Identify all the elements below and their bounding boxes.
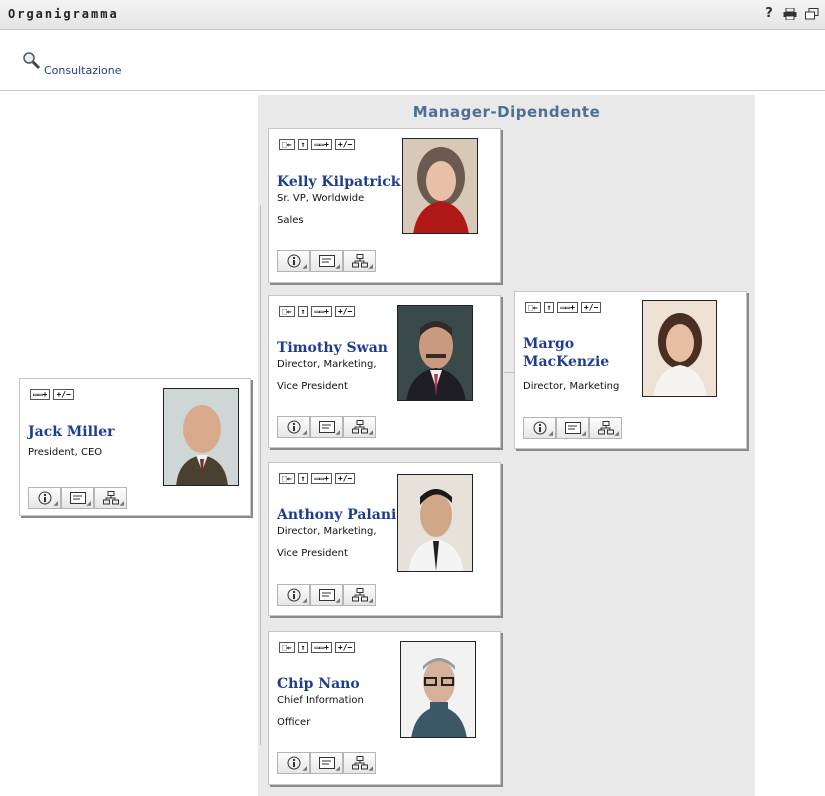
info-icon xyxy=(533,421,546,435)
connector-line xyxy=(260,205,261,745)
person-name[interactable]: Kelly Kilpatrick xyxy=(277,173,400,191)
org-chart-button[interactable]: ◢ xyxy=(589,417,622,439)
up-button[interactable]: ↑ xyxy=(297,306,309,317)
person-title: Director, Marketing, xyxy=(277,526,377,537)
person-photo xyxy=(402,138,478,234)
person-title: Chief Information xyxy=(277,695,364,706)
expand-collapse-button[interactable]: +/− xyxy=(334,642,356,653)
info-icon xyxy=(287,420,300,434)
person-department: Vice President xyxy=(277,548,348,559)
hierarchy-icon xyxy=(351,420,368,434)
show-reports-button[interactable]: ▭▭+ xyxy=(311,642,332,653)
show-manager-button[interactable]: ⬚← xyxy=(279,642,295,653)
hierarchy-icon xyxy=(102,491,119,505)
vcard-icon xyxy=(318,421,335,433)
info-button[interactable]: ◢ xyxy=(277,584,310,606)
info-icon xyxy=(287,588,300,602)
org-chart-button[interactable]: ◢ xyxy=(343,584,376,606)
lookup-label: Consultazione xyxy=(44,64,122,77)
person-name[interactable]: Jack Miller xyxy=(28,423,115,441)
up-button[interactable]: ↑ xyxy=(297,139,309,150)
person-name[interactable]: Timothy Swan xyxy=(277,339,388,357)
person-name[interactable]: Chip Nano xyxy=(277,675,360,693)
help-icon[interactable]: ? xyxy=(761,5,777,23)
vcard-icon xyxy=(318,589,335,601)
show-reports-button[interactable]: ▭▭+ xyxy=(311,139,332,150)
info-button[interactable]: ◢ xyxy=(28,487,61,509)
org-chart-button[interactable]: ◢ xyxy=(343,250,376,272)
person-card-kelly-kilpatrick[interactable]: ⬚← ↑ ▭▭+ +/− Kelly Kilpatrick Sr. VP, Wo… xyxy=(268,128,501,283)
show-reports-button[interactable]: ▭▭+ xyxy=(557,302,578,313)
vcard-button[interactable]: ◢ xyxy=(310,584,343,606)
show-reports-button[interactable]: ▭▭+ xyxy=(311,473,332,484)
vcard-button[interactable]: ◢ xyxy=(556,417,589,439)
up-button[interactable]: ↑ xyxy=(297,473,309,484)
person-department: Sales xyxy=(277,215,304,226)
up-button[interactable]: ↑ xyxy=(297,642,309,653)
up-button[interactable]: ↑ xyxy=(543,302,555,313)
person-card-jack-miller[interactable]: ▭▭+ +/− Jack Miller President, CEO ◢ ◢ ◢ xyxy=(19,378,251,516)
person-name-line1[interactable]: Margo xyxy=(523,335,574,353)
person-photo xyxy=(397,474,473,572)
vcard-icon xyxy=(318,255,335,267)
person-title: Sr. VP, Worldwide xyxy=(277,193,365,204)
info-button[interactable]: ◢ xyxy=(277,752,310,774)
expand-collapse-button[interactable]: +/− xyxy=(580,302,602,313)
lookup-button[interactable]: Consultazione xyxy=(22,51,122,77)
magnifier-icon xyxy=(23,52,41,70)
show-manager-button[interactable]: ⬚← xyxy=(279,139,295,150)
vcard-icon xyxy=(318,757,335,769)
toolbar: Consultazione xyxy=(0,31,825,91)
org-chart-button[interactable]: ◢ xyxy=(343,752,376,774)
person-title: President, CEO xyxy=(28,447,103,458)
person-name-line2[interactable]: MacKenzie xyxy=(523,353,609,371)
person-photo xyxy=(397,305,473,401)
expand-collapse-button[interactable]: +/− xyxy=(334,306,356,317)
info-button[interactable]: ◢ xyxy=(277,250,310,272)
info-icon xyxy=(287,756,300,770)
person-card-anthony-palani[interactable]: ⬚← ↑ ▭▭+ +/− Anthony Palani Director, Ma… xyxy=(268,462,501,616)
person-name[interactable]: Anthony Palani xyxy=(277,506,396,524)
print-icon[interactable] xyxy=(783,5,799,23)
vcard-button[interactable]: ◢ xyxy=(310,250,343,272)
show-manager-button[interactable]: ⬚← xyxy=(279,473,295,484)
expand-collapse-button[interactable]: +/− xyxy=(53,389,74,400)
person-title: Director, Marketing xyxy=(523,381,620,392)
vcard-button[interactable]: ◢ xyxy=(61,487,94,509)
info-icon xyxy=(287,254,300,268)
org-chart-button[interactable]: ◢ xyxy=(94,487,127,509)
show-manager-button[interactable]: ⬚← xyxy=(525,302,541,313)
person-photo xyxy=(642,300,717,397)
show-reports-button[interactable]: ▭▭+ xyxy=(30,389,51,400)
restore-window-icon[interactable] xyxy=(805,5,821,23)
vcard-button[interactable]: ◢ xyxy=(310,752,343,774)
vcard-icon xyxy=(69,492,86,504)
info-button[interactable]: ◢ xyxy=(523,417,556,439)
person-photo xyxy=(400,641,476,738)
person-card-chip-nano[interactable]: ⬚← ↑ ▭▭+ +/− Chip Nano Chief Information… xyxy=(268,631,501,785)
chart-title: Manager-Dipendente xyxy=(412,103,601,121)
window-title: Organigramma xyxy=(8,7,119,21)
expand-collapse-button[interactable]: +/− xyxy=(334,139,356,150)
show-manager-button[interactable]: ⬚← xyxy=(279,306,295,317)
show-reports-button[interactable]: ▭▭+ xyxy=(311,306,332,317)
person-department: Officer xyxy=(277,717,311,728)
hierarchy-icon xyxy=(597,421,614,435)
vcard-icon xyxy=(564,422,581,434)
person-card-margo-mackenzie[interactable]: ⬚← ↑ ▭▭+ +/− Margo MacKenzie Director, M… xyxy=(514,291,747,449)
person-card-timothy-swan[interactable]: ⬚← ↑ ▭▭+ +/− Timothy Swan Director, Mark… xyxy=(268,295,501,448)
info-icon xyxy=(38,491,51,505)
hierarchy-icon xyxy=(351,254,368,268)
vcard-button[interactable]: ◢ xyxy=(310,416,343,438)
info-button[interactable]: ◢ xyxy=(277,416,310,438)
hierarchy-icon xyxy=(351,756,368,770)
person-department: Vice President xyxy=(277,381,348,392)
org-chart-button[interactable]: ◢ xyxy=(343,416,376,438)
expand-collapse-button[interactable]: +/− xyxy=(334,473,356,484)
window-titlebar: Organigramma ? xyxy=(0,0,825,30)
hierarchy-icon xyxy=(351,588,368,602)
person-title: Director, Marketing, xyxy=(277,359,377,370)
person-photo xyxy=(163,388,239,486)
